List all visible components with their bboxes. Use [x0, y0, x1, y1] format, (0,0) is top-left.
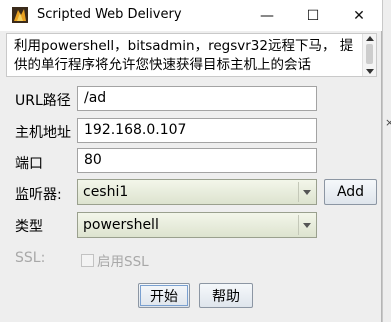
title-bar[interactable]: Scripted Web Delivery — ☐ ✕	[0, 0, 382, 31]
listener-selected-value: ceshi1	[83, 184, 129, 200]
ssl-label: SSL:	[15, 250, 46, 266]
listener-dropdown-button[interactable]	[298, 182, 314, 202]
scroll-up-arrow-icon[interactable]	[366, 36, 374, 41]
scroll-down-arrow-icon[interactable]	[366, 69, 374, 74]
type-label: 类型	[15, 219, 43, 235]
background-window-edge: ×	[382, 0, 391, 322]
maximize-button[interactable]: ☐	[290, 0, 336, 31]
port-label: 端口	[15, 156, 43, 172]
background-text-fragment: ×	[385, 116, 391, 129]
listener-label: 监听器:	[15, 187, 62, 203]
chevron-down-icon	[303, 223, 311, 228]
app-icon	[12, 7, 28, 23]
help-button[interactable]: 帮助	[199, 283, 253, 308]
window-title: Scripted Web Delivery	[37, 7, 182, 22]
start-button[interactable]: 开始	[138, 283, 190, 308]
type-dropdown-button[interactable]	[298, 215, 314, 235]
close-button[interactable]: ✕	[336, 0, 382, 31]
scroll-thumb[interactable]	[366, 44, 373, 64]
listener-select[interactable]: ceshi1	[77, 179, 317, 205]
ssl-checkbox[interactable]	[81, 253, 94, 267]
ssl-checkbox-group[interactable]: 启用SSL	[81, 250, 149, 270]
scripted-web-delivery-dialog: Scripted Web Delivery — ☐ ✕ 利用powershell…	[0, 0, 382, 322]
host-input[interactable]: 192.168.0.107	[77, 118, 317, 143]
description-box[interactable]: 利用powershell，bitsadmin，regsvr32远程下马， 提供的…	[6, 33, 377, 77]
description-text: 利用powershell，bitsadmin，regsvr32远程下马， 提供的…	[14, 38, 354, 73]
ssl-checkbox-label: 启用SSL	[97, 254, 149, 270]
type-select[interactable]: powershell	[77, 212, 317, 238]
url-path-label: URL路径	[15, 93, 71, 109]
host-label: 主机地址	[15, 125, 71, 141]
port-input[interactable]: 80	[77, 148, 317, 173]
chevron-down-icon	[303, 190, 311, 195]
background-divider	[382, 0, 383, 322]
url-path-input[interactable]: /ad	[77, 86, 317, 111]
add-listener-button[interactable]: Add	[324, 179, 377, 205]
minimize-button[interactable]: —	[244, 0, 290, 31]
type-selected-value: powershell	[83, 217, 159, 233]
description-scrollbar[interactable]	[362, 34, 376, 76]
